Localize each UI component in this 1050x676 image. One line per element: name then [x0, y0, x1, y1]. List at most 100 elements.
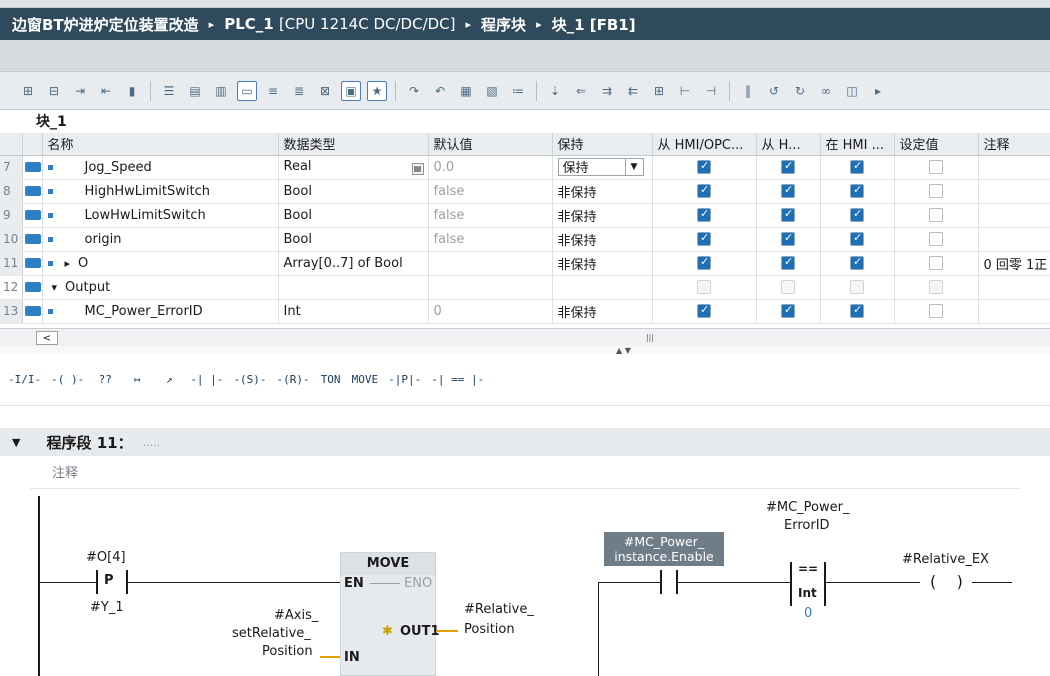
cell-setpoint[interactable] [894, 251, 979, 276]
align2-icon[interactable]: ⇇ [623, 81, 643, 101]
network-expand-icon[interactable]: ⊠ [315, 81, 335, 101]
move-icon[interactable]: ⇐ [571, 81, 591, 101]
out-operand-line2[interactable]: Position [464, 622, 515, 637]
header-hmi-write[interactable]: 从 H... [756, 133, 821, 156]
cell-hmi1[interactable] [652, 275, 757, 300]
cell-comment[interactable] [978, 227, 1050, 252]
hmi1-checkbox[interactable] [697, 231, 711, 246]
hmi3-checkbox[interactable] [850, 159, 864, 174]
cell-comment[interactable] [978, 275, 1050, 300]
cell-comment[interactable] [978, 203, 1050, 228]
format-icon[interactable]: ≔ [508, 81, 528, 101]
header-name[interactable]: 名称 [42, 133, 279, 156]
cell-comment[interactable] [978, 179, 1050, 204]
cell-hmi1[interactable] [652, 179, 757, 204]
outdent-icon[interactable]: ⇤ [96, 81, 116, 101]
cell-hmi1[interactable] [652, 299, 757, 324]
contact-operand-top[interactable]: #O[4] [86, 550, 126, 565]
network-add-icon[interactable]: ≡ [263, 81, 283, 101]
cell-hmi2[interactable] [756, 155, 821, 180]
hmi1-checkbox[interactable] [697, 255, 711, 270]
cell-datatype[interactable] [278, 275, 429, 300]
grid-icon[interactable]: ⊞ [649, 81, 669, 101]
cell-hmi2[interactable] [756, 299, 821, 324]
cell-name[interactable]: LowHwLimitSwitch [42, 203, 279, 228]
compare-value[interactable]: 0 [804, 606, 812, 621]
breadcrumb-plc[interactable]: PLC_1 [224, 15, 274, 33]
table-row[interactable]: 13 MC_Power_ErrorID Int 0 非保持 [0, 299, 1050, 324]
compare-icon[interactable]: -| == |- [431, 369, 484, 391]
setpoint-checkbox[interactable] [929, 184, 943, 198]
set-coil-icon[interactable]: -(S)- [233, 369, 266, 391]
cell-comment[interactable] [978, 299, 1050, 324]
setpoint-checkbox[interactable] [929, 160, 943, 174]
cell-name[interactable]: Jog_Speed [42, 155, 279, 180]
cell-hmi2[interactable] [756, 179, 821, 204]
link-icon[interactable]: ∞ [816, 81, 836, 101]
breadcrumb-block[interactable]: 块_1 [FB1] [552, 14, 636, 35]
cell-hmi3[interactable] [820, 299, 895, 324]
collapse-caret-icon[interactable]: ▼ [12, 436, 20, 449]
expand-icon[interactable]: ▸ [65, 257, 71, 270]
cell-name[interactable]: HighHwLimitSwitch [42, 179, 279, 204]
cell-hmi1[interactable] [652, 203, 757, 228]
cell-retain[interactable]: 非保持 [552, 299, 653, 324]
cell-hmi2[interactable] [756, 251, 821, 276]
cell-hmi1[interactable] [652, 227, 757, 252]
breadcrumb-project[interactable]: 边窗BT炉进炉定位装置改造 [12, 14, 199, 35]
breadcrumb-folder[interactable]: 程序块 [481, 14, 526, 35]
contact-operand-bottom[interactable]: #Y_1 [90, 600, 124, 615]
cell-name[interactable]: ▾ Output [42, 275, 279, 300]
ton-icon[interactable]: TON [320, 369, 342, 391]
cell-default[interactable]: 0.0 [428, 155, 553, 180]
open-branch-icon[interactable]: ↦ [126, 369, 148, 391]
cell-setpoint[interactable] [894, 179, 979, 204]
cell-name[interactable]: ▸ O [42, 251, 279, 276]
setpoint-checkbox[interactable] [929, 208, 943, 222]
collapse-icon[interactable]: ▾ [52, 281, 58, 294]
cell-retain[interactable]: 非保持 [552, 203, 653, 228]
in-operand-line2[interactable]: setRelative_ [232, 626, 311, 641]
cell-retain[interactable]: 保持 ▼ [552, 155, 653, 180]
cell-setpoint[interactable] [894, 203, 979, 228]
cell-retain[interactable] [552, 275, 653, 300]
indent-icon[interactable]: ⇥ [70, 81, 90, 101]
cell-hmi1[interactable] [652, 155, 757, 180]
cell-hmi2[interactable] [756, 227, 821, 252]
cell-name[interactable]: origin [42, 227, 279, 252]
cell-default[interactable] [428, 275, 553, 300]
p-trig-icon[interactable]: -|P|- [388, 369, 421, 391]
hmi2-checkbox[interactable] [781, 231, 795, 246]
more-icon[interactable]: ▸ [868, 81, 888, 101]
cell-hmi3[interactable] [820, 203, 895, 228]
header-comment[interactable]: 注释 [978, 133, 1050, 156]
hmi1-checkbox[interactable] [697, 303, 711, 318]
table-row[interactable]: 12 ▾ Output [0, 275, 1050, 300]
cell-default[interactable]: false [428, 203, 553, 228]
cell-hmi3[interactable] [820, 227, 895, 252]
cell-datatype[interactable]: Bool [278, 179, 429, 204]
list-view-icon[interactable]: ▥ [211, 81, 231, 101]
cell-default[interactable]: 0 [428, 299, 553, 324]
hmi2-checkbox[interactable] [781, 159, 795, 174]
out-operand-line1[interactable]: #Relative_ [464, 602, 534, 617]
close-branch-icon[interactable]: ↗ [158, 369, 180, 391]
pause-icon[interactable]: ‖ [738, 81, 758, 101]
cell-setpoint[interactable] [894, 227, 979, 252]
header-retain[interactable]: 保持 [552, 133, 653, 156]
hmi1-checkbox[interactable] [697, 280, 711, 294]
hmi2-checkbox[interactable] [781, 255, 795, 270]
step-icon[interactable]: ⊢ [675, 81, 695, 101]
cell-hmi2[interactable] [756, 275, 821, 300]
cell-hmi2[interactable] [756, 203, 821, 228]
cell-hmi3[interactable] [820, 155, 895, 180]
insert-row-icon[interactable]: ⊞ [18, 81, 38, 101]
header-default[interactable]: 默认值 [428, 133, 553, 156]
network-del-icon[interactable]: ≣ [289, 81, 309, 101]
hmi3-checkbox[interactable] [850, 231, 864, 246]
network-title-placeholder[interactable]: ..... [143, 436, 160, 449]
setpoint-checkbox[interactable] [929, 232, 943, 246]
comment-icon[interactable]: ▭ [237, 80, 257, 101]
cell-datatype[interactable]: Array[0..7] of Bool [278, 251, 429, 276]
in-operand-line3[interactable]: Position [262, 644, 313, 659]
